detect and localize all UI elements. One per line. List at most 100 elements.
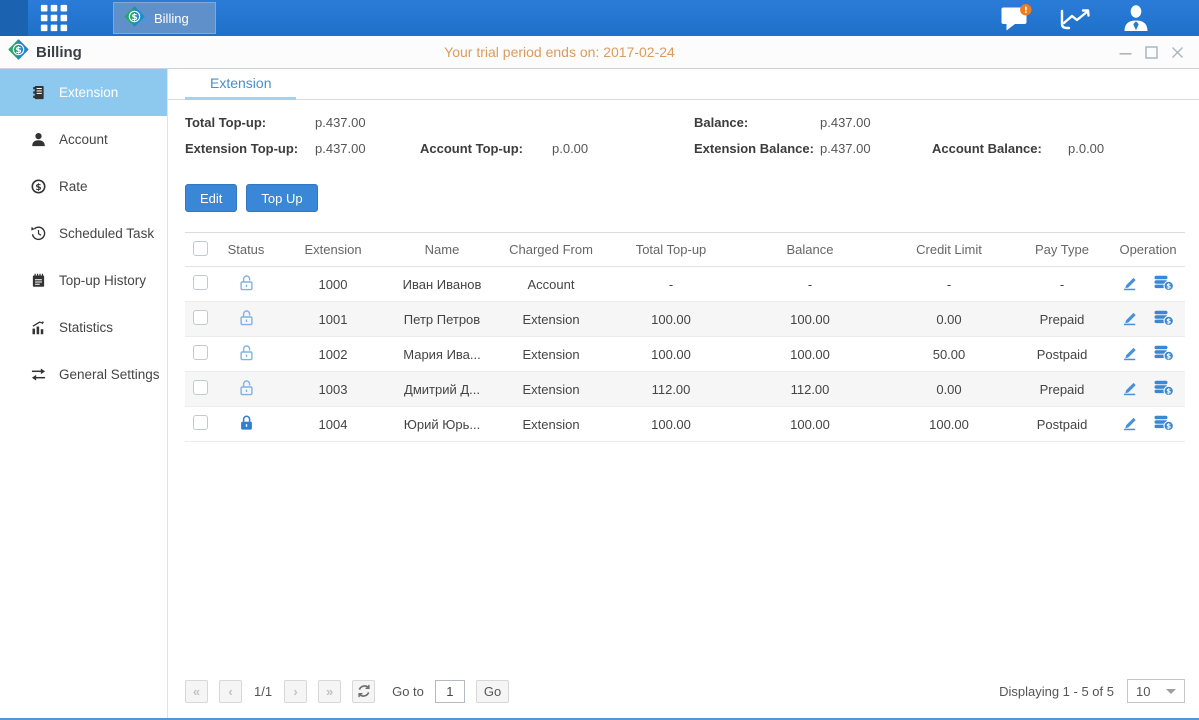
extension-table: StatusExtensionNameCharged FromTotal Top… [185,232,1185,442]
row-checkbox[interactable] [193,380,208,395]
displaying-text: Displaying 1 - 5 of 5 [999,684,1114,699]
edit-pencil-icon[interactable] [1122,310,1139,326]
column-header-total-top-up: Total Top-up [607,233,735,267]
sidebar-item-label: Extension [59,85,118,100]
extension-topup-label: Extension Top-up: [185,141,315,156]
sidebar-item-statistics[interactable]: Statistics [0,304,167,351]
window-titlebar: $ Billing Your trial period ends on: 201… [0,36,1199,69]
content-panel: Extension Total Top-up: p.437.00 Extensi… [168,69,1199,718]
go-button[interactable]: Go [476,680,509,703]
cell-pay-type: Prepaid [1013,302,1111,337]
lock-closed-icon [239,414,254,431]
topbar-right-icons [1001,4,1199,32]
extension-table-wrap: StatusExtensionNameCharged FromTotal Top… [168,212,1199,442]
billing-app-window: $ Billing [0,0,1199,720]
svg-text:$: $ [35,183,41,193]
sidebar-item-rate[interactable]: $Rate [0,163,167,210]
column-header-name: Name [389,233,495,267]
first-page-button[interactable]: « [185,680,208,703]
pagination-summary: Displaying 1 - 5 of 5 10 [999,679,1185,703]
sidebar-item-general-settings[interactable]: General Settings [0,351,167,398]
column-header-operation: Operation [1111,233,1185,267]
cell-operation: $ [1111,267,1185,302]
topup-coins-icon[interactable]: $ [1154,380,1174,396]
edit-pencil-icon[interactable] [1122,415,1139,431]
refresh-button[interactable] [352,680,375,703]
svg-text:$: $ [131,13,137,23]
column-header-pay-type: Pay Type [1013,233,1111,267]
window-controls [1117,44,1199,60]
topup-coins-icon[interactable]: $ [1154,345,1174,361]
cell-status [215,372,277,407]
cell-name: Дмитрий Д... [389,372,495,407]
sidebar-item-label: Top-up History [59,273,146,288]
topup-coins-icon[interactable]: $ [1154,415,1174,431]
topbar-left-edge [0,0,28,36]
close-button[interactable] [1169,44,1185,60]
action-buttons: Edit Top Up [168,156,1199,212]
cell-balance: 100.00 [735,337,885,372]
extension-topup-value: p.437.00 [315,141,420,156]
edit-pencil-icon[interactable] [1122,345,1139,361]
last-page-button[interactable]: » [318,680,341,703]
account-balance-label: Account Balance: [932,141,1068,156]
minimize-button[interactable] [1117,44,1133,60]
cell-credit-limit: - [885,267,1013,302]
edit-pencil-icon[interactable] [1122,275,1139,291]
sidebar-item-scheduled-task[interactable]: Scheduled Task [0,210,167,257]
cell-extension: 1004 [277,407,389,442]
edit-pencil-icon[interactable] [1122,380,1139,396]
cell-total-topup: - [607,267,735,302]
sidebar-item-account[interactable]: Account [0,116,167,163]
user-account-icon[interactable] [1121,4,1151,32]
dollar-circle-icon: $ [30,179,46,194]
topup-coins-icon[interactable]: $ [1154,310,1174,326]
sidebar-item-extension[interactable]: Extension [0,69,167,116]
row-checkbox[interactable] [193,275,208,290]
sidebar-item-label: General Settings [59,367,160,382]
cell-pay-type: - [1013,267,1111,302]
table-header-row: StatusExtensionNameCharged FromTotal Top… [185,233,1185,267]
cell-balance: 100.00 [735,302,885,337]
svg-text:$: $ [1166,352,1171,360]
table-row: 1004Юрий Юрь...Extension100.00100.00100.… [185,407,1185,442]
sidebar-item-top-up-history[interactable]: Top-up History [0,257,167,304]
account-balance-value: p.0.00 [1068,141,1185,156]
notifications-icon[interactable] [1001,4,1032,32]
cell-pay-type: Prepaid [1013,372,1111,407]
top-up-button[interactable]: Top Up [246,184,317,212]
row-checkbox[interactable] [193,415,208,430]
pagination-bar: « ‹ 1/1 › » Go to Go Di [168,670,1199,718]
apps-grid-icon[interactable] [37,1,71,35]
cell-total-topup: 112.00 [607,372,735,407]
tab-extension[interactable]: Extension [185,69,296,100]
cell-status [215,407,277,442]
statistics-icon [30,320,46,335]
page-size-dropdown[interactable]: 10 [1127,679,1185,703]
taskbar-tab-billing[interactable]: $ Billing [113,2,216,34]
row-checkbox[interactable] [193,310,208,325]
edit-button[interactable]: Edit [185,184,237,212]
maximize-button[interactable] [1143,44,1159,60]
cell-pay-type: Postpaid [1013,407,1111,442]
cell-name: Юрий Юрь... [389,407,495,442]
next-page-button[interactable]: › [284,680,307,703]
svg-text:$: $ [1166,317,1171,325]
goto-page-input[interactable] [435,680,465,703]
cell-balance: 112.00 [735,372,885,407]
cell-credit-limit: 0.00 [885,302,1013,337]
page-indicator: 1/1 [253,684,273,699]
topup-coins-icon[interactable]: $ [1154,275,1174,291]
cell-extension: 1003 [277,372,389,407]
cell-extension: 1001 [277,302,389,337]
select-all-checkbox[interactable] [193,241,208,256]
table-row: 1003Дмитрий Д...Extension112.00112.000.0… [185,372,1185,407]
prev-page-button[interactable]: ‹ [219,680,242,703]
account-topup-value: p.0.00 [552,141,694,156]
column-header-credit-limit: Credit Limit [885,233,1013,267]
resource-monitor-icon[interactable] [1059,5,1094,32]
column-header-extension: Extension [277,233,389,267]
balance-value: p.437.00 [820,115,932,130]
row-checkbox[interactable] [193,345,208,360]
cell-operation: $ [1111,302,1185,337]
